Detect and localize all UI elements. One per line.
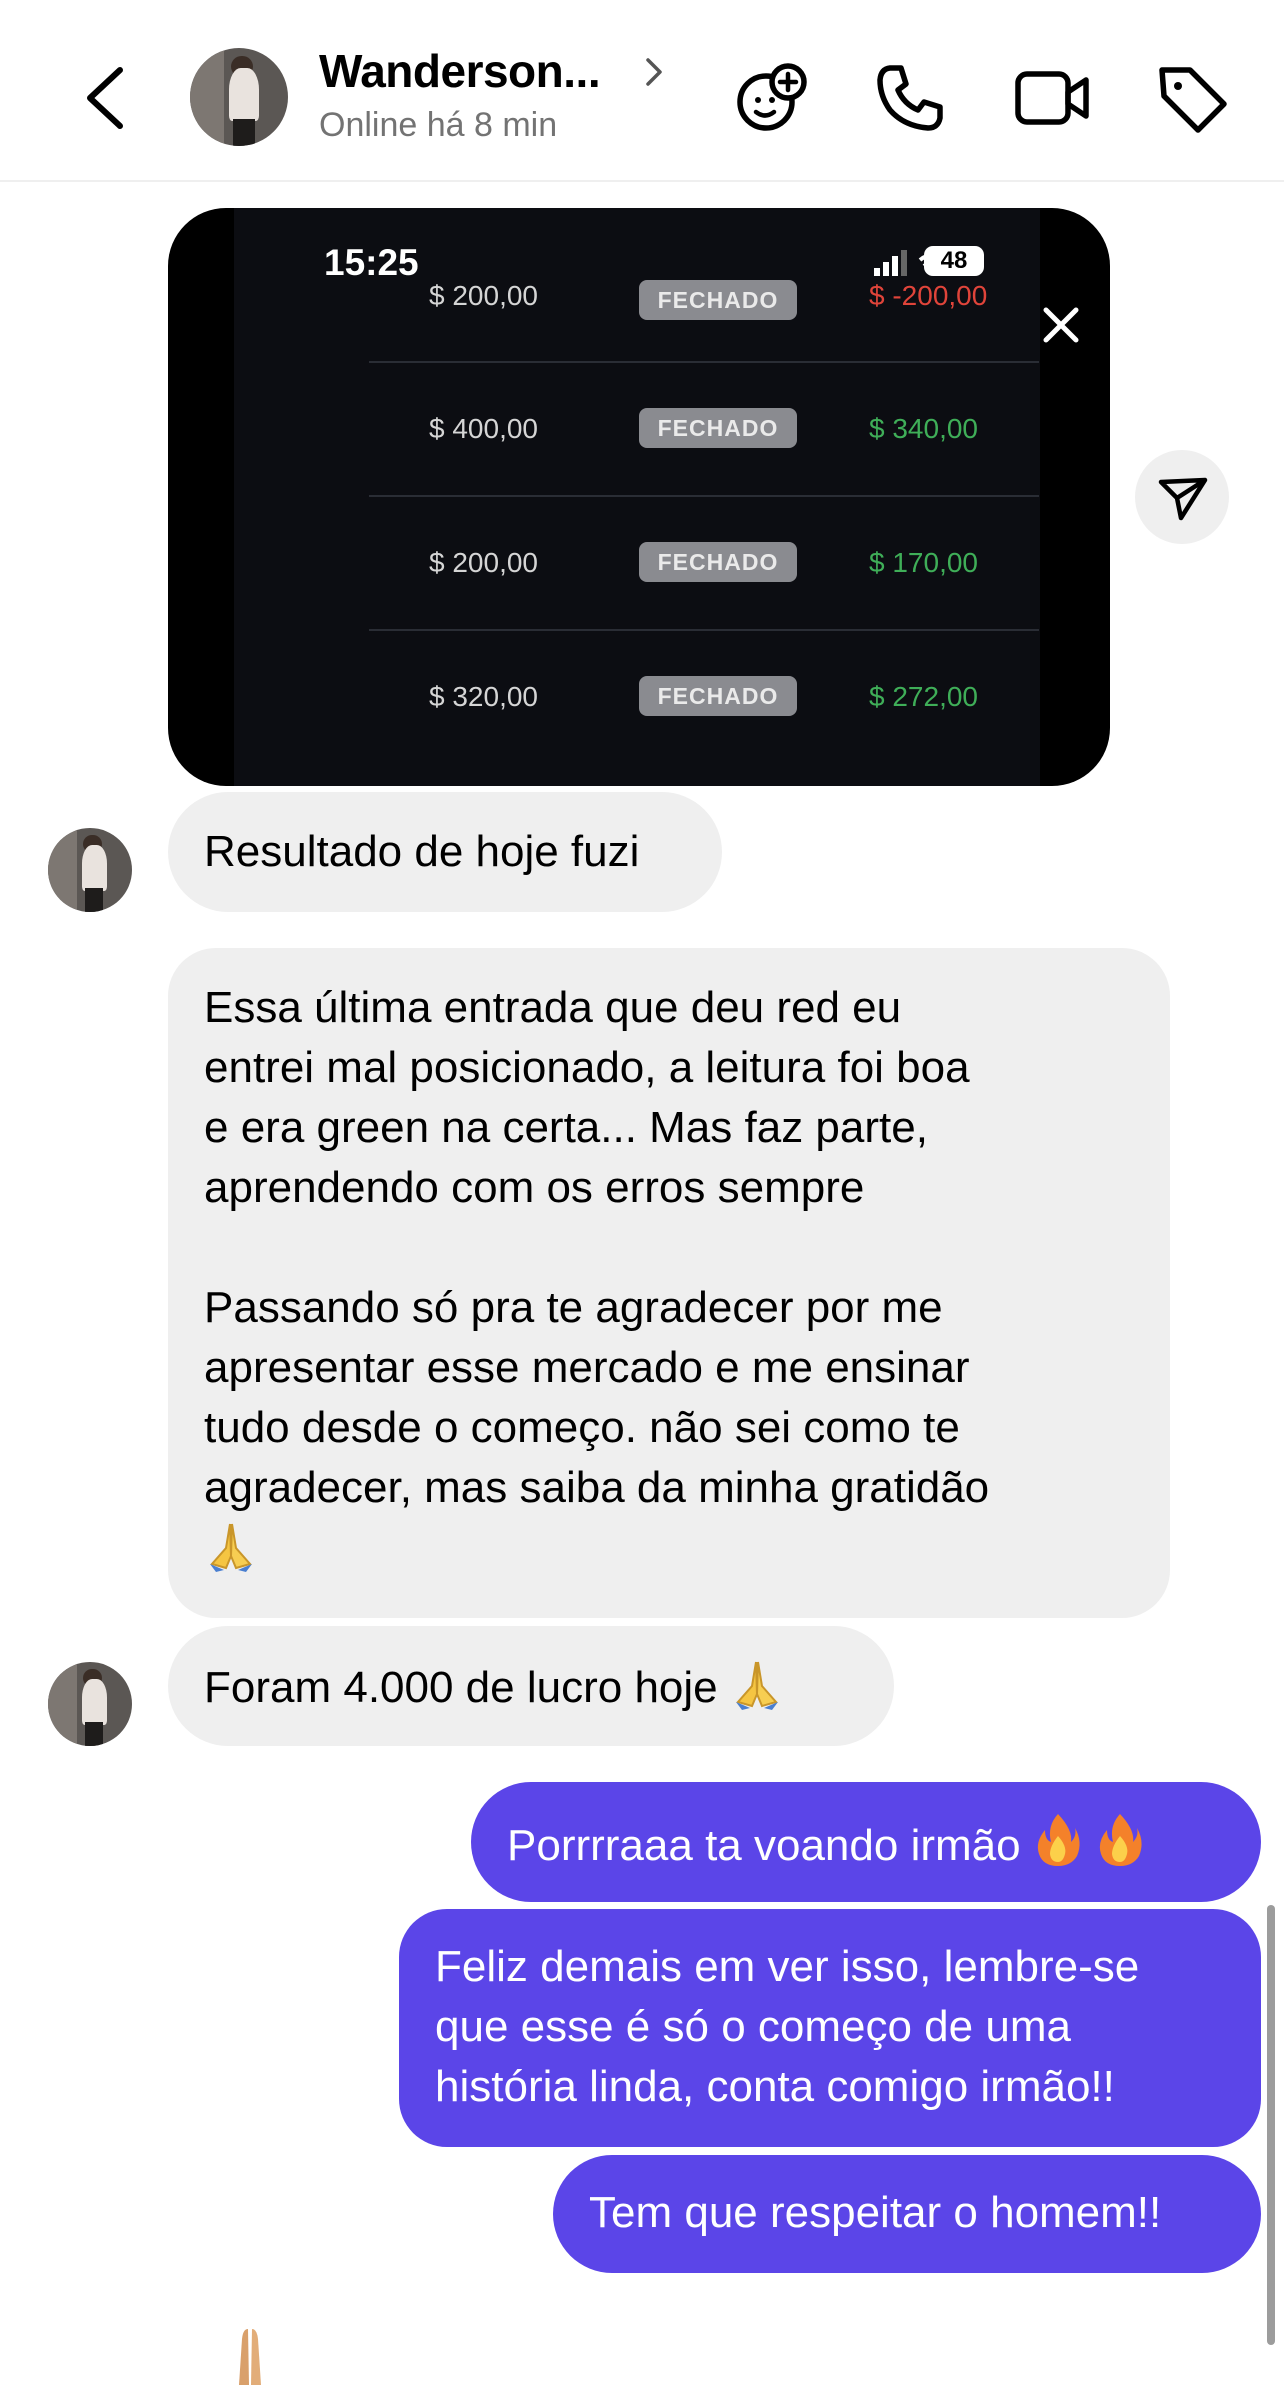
trade-row: $ 400,00 FECHADO $ 340,00	[369, 363, 1039, 497]
trade-result: $ 272,00	[869, 681, 978, 712]
trade-row: $ 200,00 FECHADO $ -200,00	[369, 208, 1039, 363]
trade-amount: $ 200,00	[429, 547, 538, 578]
sender-avatar[interactable]	[48, 1662, 132, 1746]
trade-result: $ 170,00	[869, 547, 978, 578]
share-button[interactable]	[1135, 450, 1229, 544]
contact-avatar[interactable]	[190, 48, 288, 146]
praying-hands-emoji	[215, 2325, 285, 2385]
trade-status-badge: FECHADO	[639, 542, 797, 582]
phone-icon[interactable]	[870, 58, 950, 138]
close-icon	[1036, 300, 1086, 350]
trade-row: $ 320,00 FECHADO $ 272,00	[369, 631, 1039, 763]
praying-hands-emoji	[204, 1518, 1134, 1580]
fire-emoji	[1037, 1814, 1080, 1866]
message-text: Tem que respeitar o homem!!	[589, 2188, 1162, 2237]
fire-emoji	[1099, 1814, 1142, 1866]
message-text: Essa última entrada que deu red eu entre…	[204, 983, 970, 1212]
trade-row: $ 200,00 FECHADO $ 170,00	[369, 497, 1039, 631]
trade-amount: $ 200,00	[429, 280, 538, 311]
screenshot-content: 15:25 48 $ 200,00 FECHADO $ -200,00 $ 40…	[234, 208, 1040, 786]
incoming-message[interactable]: Essa última entrada que deu red eu entre…	[168, 948, 1170, 1618]
outgoing-message[interactable]: Feliz demais em ver isso, lembre-se que …	[399, 1909, 1261, 2147]
trade-status-badge: FECHADO	[639, 676, 797, 716]
effects-icon[interactable]	[732, 58, 812, 138]
message-text: Porrrraaa ta voando irmão	[507, 1821, 1021, 1870]
outgoing-message[interactable]: Porrrraaa ta voando irmão	[471, 1782, 1261, 1902]
message-text: Resultado de hoje fuzi	[204, 827, 640, 876]
trade-result: $ 340,00	[869, 413, 978, 444]
chat-header: Wanderson... Online há 8 min	[0, 0, 1284, 182]
back-chevron-icon[interactable]	[78, 58, 138, 138]
contact-name[interactable]: Wanderson...	[319, 44, 601, 98]
contact-status: Online há 8 min	[319, 106, 558, 144]
praying-hands-emoji	[735, 1661, 778, 1710]
shared-screenshot-image[interactable]: 15:25 48 $ 200,00 FECHADO $ -200,00 $ 40…	[168, 208, 1110, 786]
sender-avatar[interactable]	[48, 828, 132, 912]
incoming-message[interactable]: Resultado de hoje fuzi	[168, 792, 722, 912]
message-text: Passando só pra te agradecer por me apre…	[204, 1283, 990, 1512]
message-text: Feliz demais em ver isso, lembre-se que …	[435, 1942, 1140, 2111]
message-text: Foram 4.000 de lucro hoje	[204, 1663, 718, 1712]
incoming-message[interactable]: Foram 4.000 de lucro hoje	[168, 1626, 894, 1746]
trade-amount: $ 400,00	[429, 413, 538, 444]
trade-status-badge: FECHADO	[639, 280, 797, 320]
trade-amount: $ 320,00	[429, 681, 538, 712]
send-icon	[1158, 477, 1208, 521]
trade-status-badge: FECHADO	[639, 408, 797, 448]
chevron-right-icon[interactable]	[640, 52, 668, 92]
scrollbar[interactable]	[1267, 1905, 1275, 2345]
outgoing-message[interactable]: Tem que respeitar o homem!!	[553, 2155, 1261, 2273]
video-camera-icon[interactable]	[1012, 58, 1092, 138]
tag-icon[interactable]	[1152, 58, 1232, 138]
